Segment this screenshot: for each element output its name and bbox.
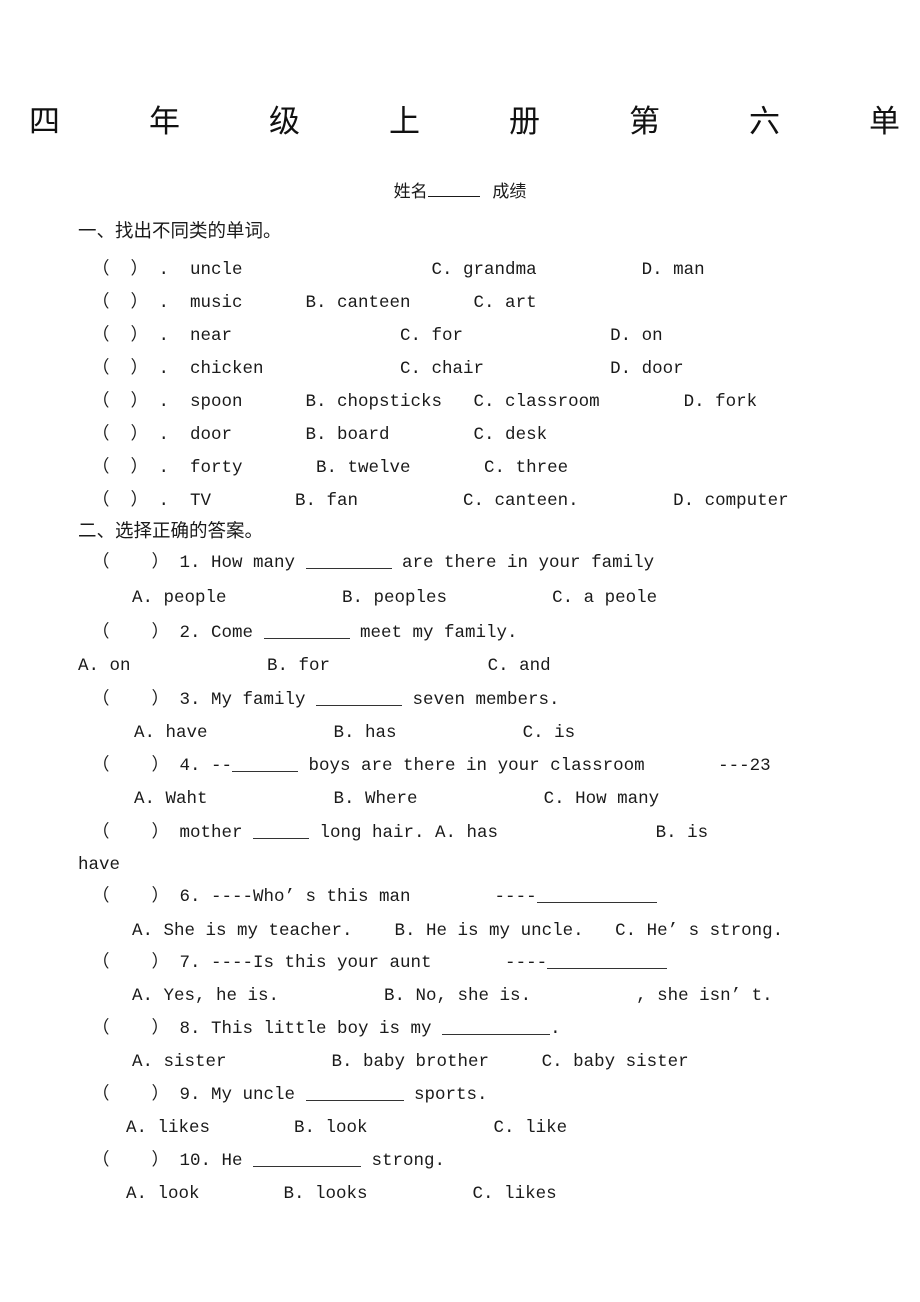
question-4-stem: （ ） 4. -- boys are there in your classro…	[92, 754, 771, 778]
question-9-blank[interactable]	[305, 1086, 404, 1101]
question-9-stem: （ ） 9. My uncle sports.	[92, 1083, 488, 1107]
question-6-stem-pre: （ ） 6. ----Who’ s this man ----	[92, 887, 537, 907]
question-4-stem-post: boys are there in your classroom ---23	[298, 756, 771, 776]
question-2-blank[interactable]	[263, 624, 350, 639]
section-2-heading: 二、选择正确的答案。	[78, 521, 264, 542]
question-7-stem-pre: （ ） 7. ----Is this your aunt ----	[92, 953, 548, 973]
score-label: 成绩	[492, 182, 527, 202]
section1-item-2: （ ） . music B. canteen C. art	[92, 293, 537, 313]
question-5-blank[interactable]	[253, 824, 310, 839]
question-5-wrap: have	[78, 855, 121, 875]
section1-item-4: （ ） . chicken C. chair D. door	[92, 359, 684, 379]
section-1-heading: 一、找出不同类的单词。	[78, 221, 282, 242]
page-title: 四 年 级 上 册 第 六 单 元 测 试 卷	[29, 104, 920, 140]
section1-item-1: （ ） . uncle C. grandma D. man	[92, 260, 705, 280]
question-10-blank[interactable]	[253, 1152, 362, 1167]
question-4-stem-pre: （ ） 4. --	[92, 756, 233, 776]
question-1-options[interactable]: A. people B. peoples C. a peole	[132, 586, 657, 610]
question-1-blank[interactable]	[305, 554, 392, 569]
question-4-options[interactable]: A. Waht B. Where C. How many	[134, 787, 659, 811]
name-blank[interactable]	[427, 181, 480, 197]
question-2-stem: （ ） 2. Come meet my family.	[92, 621, 518, 645]
question-6-options[interactable]: A. She is my teacher. B. He is my uncle.…	[132, 919, 783, 943]
question-5-stem: （ ） mother long hair. A. has B. is C.	[92, 821, 920, 845]
section1-item-5: （ ） . spoon B. chopsticks C. classroom D…	[92, 392, 758, 412]
question-10-stem: （ ） 10. He strong.	[92, 1149, 445, 1173]
exam-paper-page: 四 年 级 上 册 第 六 单 元 测 试 卷 姓名 成绩 一、找出不同类的单词…	[0, 0, 920, 1302]
question-8-stem-post: .	[550, 1019, 561, 1039]
question-9-options[interactable]: A. likes B. look C. like	[126, 1116, 567, 1140]
question-1-stem: （ ） 1. How many are there in your family	[92, 551, 654, 575]
question-6-blank[interactable]	[536, 888, 657, 903]
question-1-stem-post: are there in your family	[391, 553, 655, 573]
question-3-options[interactable]: A. have B. has C. is	[134, 721, 575, 745]
name-label: 姓名	[393, 182, 428, 202]
question-7-options[interactable]: A. Yes, he is. B. No, she is. , she isn’…	[132, 984, 773, 1008]
question-8-blank[interactable]	[442, 1020, 551, 1035]
question-9-stem-post: sports.	[403, 1085, 488, 1105]
question-10-options[interactable]: A. look B. looks C. likes	[126, 1182, 557, 1206]
question-10-stem-post: strong.	[361, 1151, 446, 1171]
question-2-stem-pre: （ ） 2. Come	[92, 623, 264, 643]
question-8-options[interactable]: A. sister B. baby brother C. baby sister	[132, 1050, 689, 1074]
question-4-blank[interactable]	[232, 757, 299, 772]
section1-item-7: （ ） . forty B. twelve C. three	[92, 458, 569, 478]
question-3-stem-pre: （ ） 3. My family	[92, 690, 317, 710]
question-3-blank[interactable]	[316, 691, 403, 706]
question-7-blank[interactable]	[547, 954, 668, 969]
question-5-stem-post: long hair. A. has B. is C.	[309, 823, 920, 843]
question-2-options[interactable]: A. on B. for C. and	[78, 654, 551, 678]
question-9-stem-pre: （ ） 9. My uncle	[92, 1085, 306, 1105]
question-3-stem: （ ） 3. My family seven members.	[92, 688, 560, 712]
question-6-stem: （ ） 6. ----Who’ s this man ----	[92, 885, 657, 909]
section1-item-3: （ ） . near C. for D. on	[92, 326, 663, 346]
question-10-stem-pre: （ ） 10. He	[92, 1151, 254, 1171]
question-8-stem-pre: （ ） 8. This little boy is my	[92, 1019, 443, 1039]
question-8-stem: （ ） 8. This little boy is my .	[92, 1017, 561, 1041]
question-3-stem-post: seven members.	[402, 690, 560, 710]
question-1-stem-pre: （ ） 1. How many	[92, 553, 306, 573]
section1-item-8: （ ） . TV B. fan C. canteen. D. computer	[92, 491, 789, 511]
question-5-stem-pre: （ ） mother	[92, 823, 254, 843]
question-2-stem-post: meet my family.	[349, 623, 518, 643]
student-info-line: 姓名 成绩	[0, 180, 920, 204]
section1-item-6: （ ） . door B. board C. desk	[92, 425, 548, 445]
question-7-stem: （ ） 7. ----Is this your aunt ----	[92, 951, 668, 975]
